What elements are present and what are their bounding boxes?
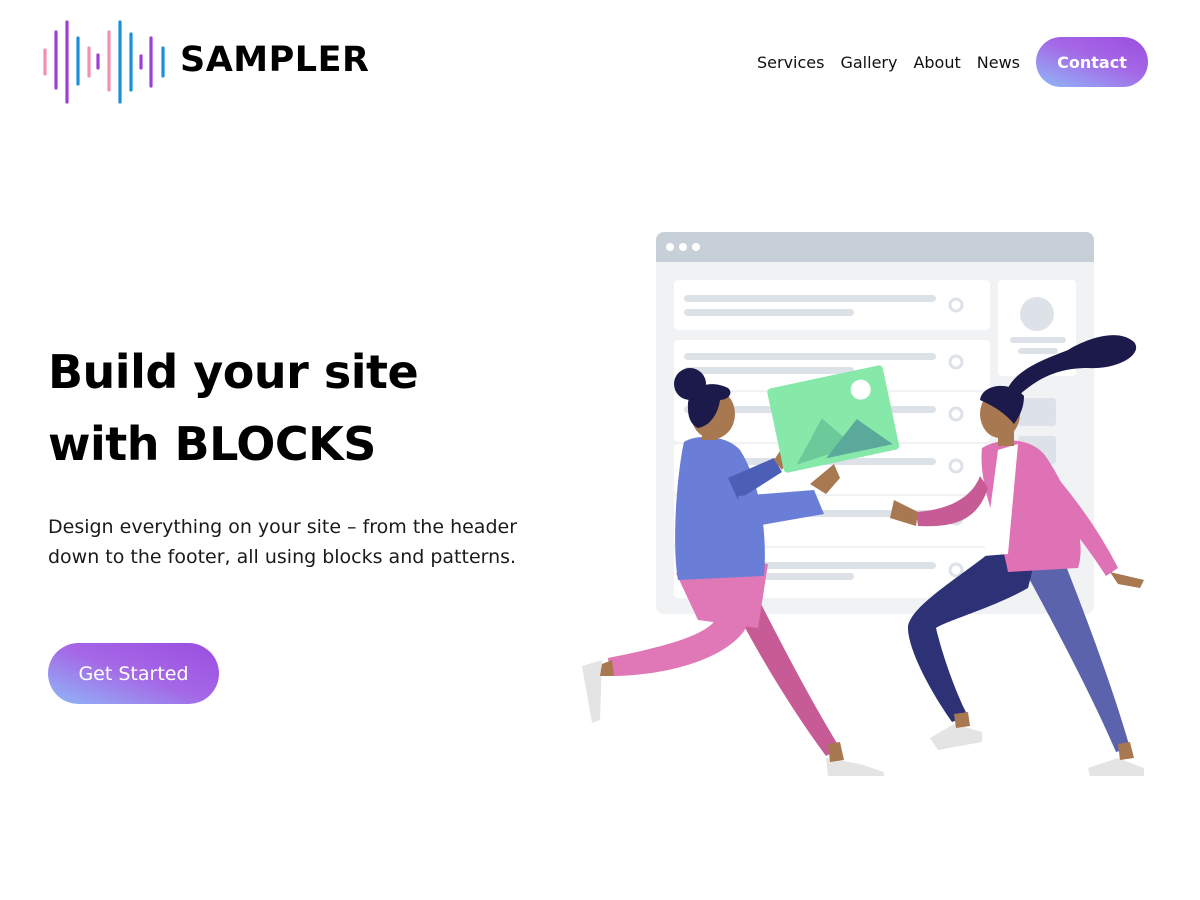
nav-gallery[interactable]: Gallery — [840, 53, 897, 72]
hero-title-line-1: Build your site — [48, 345, 419, 399]
hero-title: Build your site with BLOCKS — [48, 336, 568, 480]
nav-services[interactable]: Services — [757, 53, 824, 72]
hero-title-line-2: with BLOCKS — [48, 417, 376, 471]
nav-news[interactable]: News — [977, 53, 1020, 72]
brand-name: SAMPLER — [180, 40, 370, 80]
hero-illustration — [582, 232, 1144, 776]
site-logo[interactable]: SAMPLER — [42, 18, 369, 106]
site-header: SAMPLER Services Gallery About News Cont… — [0, 0, 1200, 124]
hero-description: Design everything on your site – from th… — [48, 516, 518, 568]
get-started-button[interactable]: Get Started — [48, 643, 219, 704]
sound-wave-icon — [43, 20, 165, 104]
main-nav: Services Gallery About News Contact — [757, 37, 1148, 87]
nav-about[interactable]: About — [913, 53, 960, 72]
contact-button[interactable]: Contact — [1036, 37, 1148, 87]
